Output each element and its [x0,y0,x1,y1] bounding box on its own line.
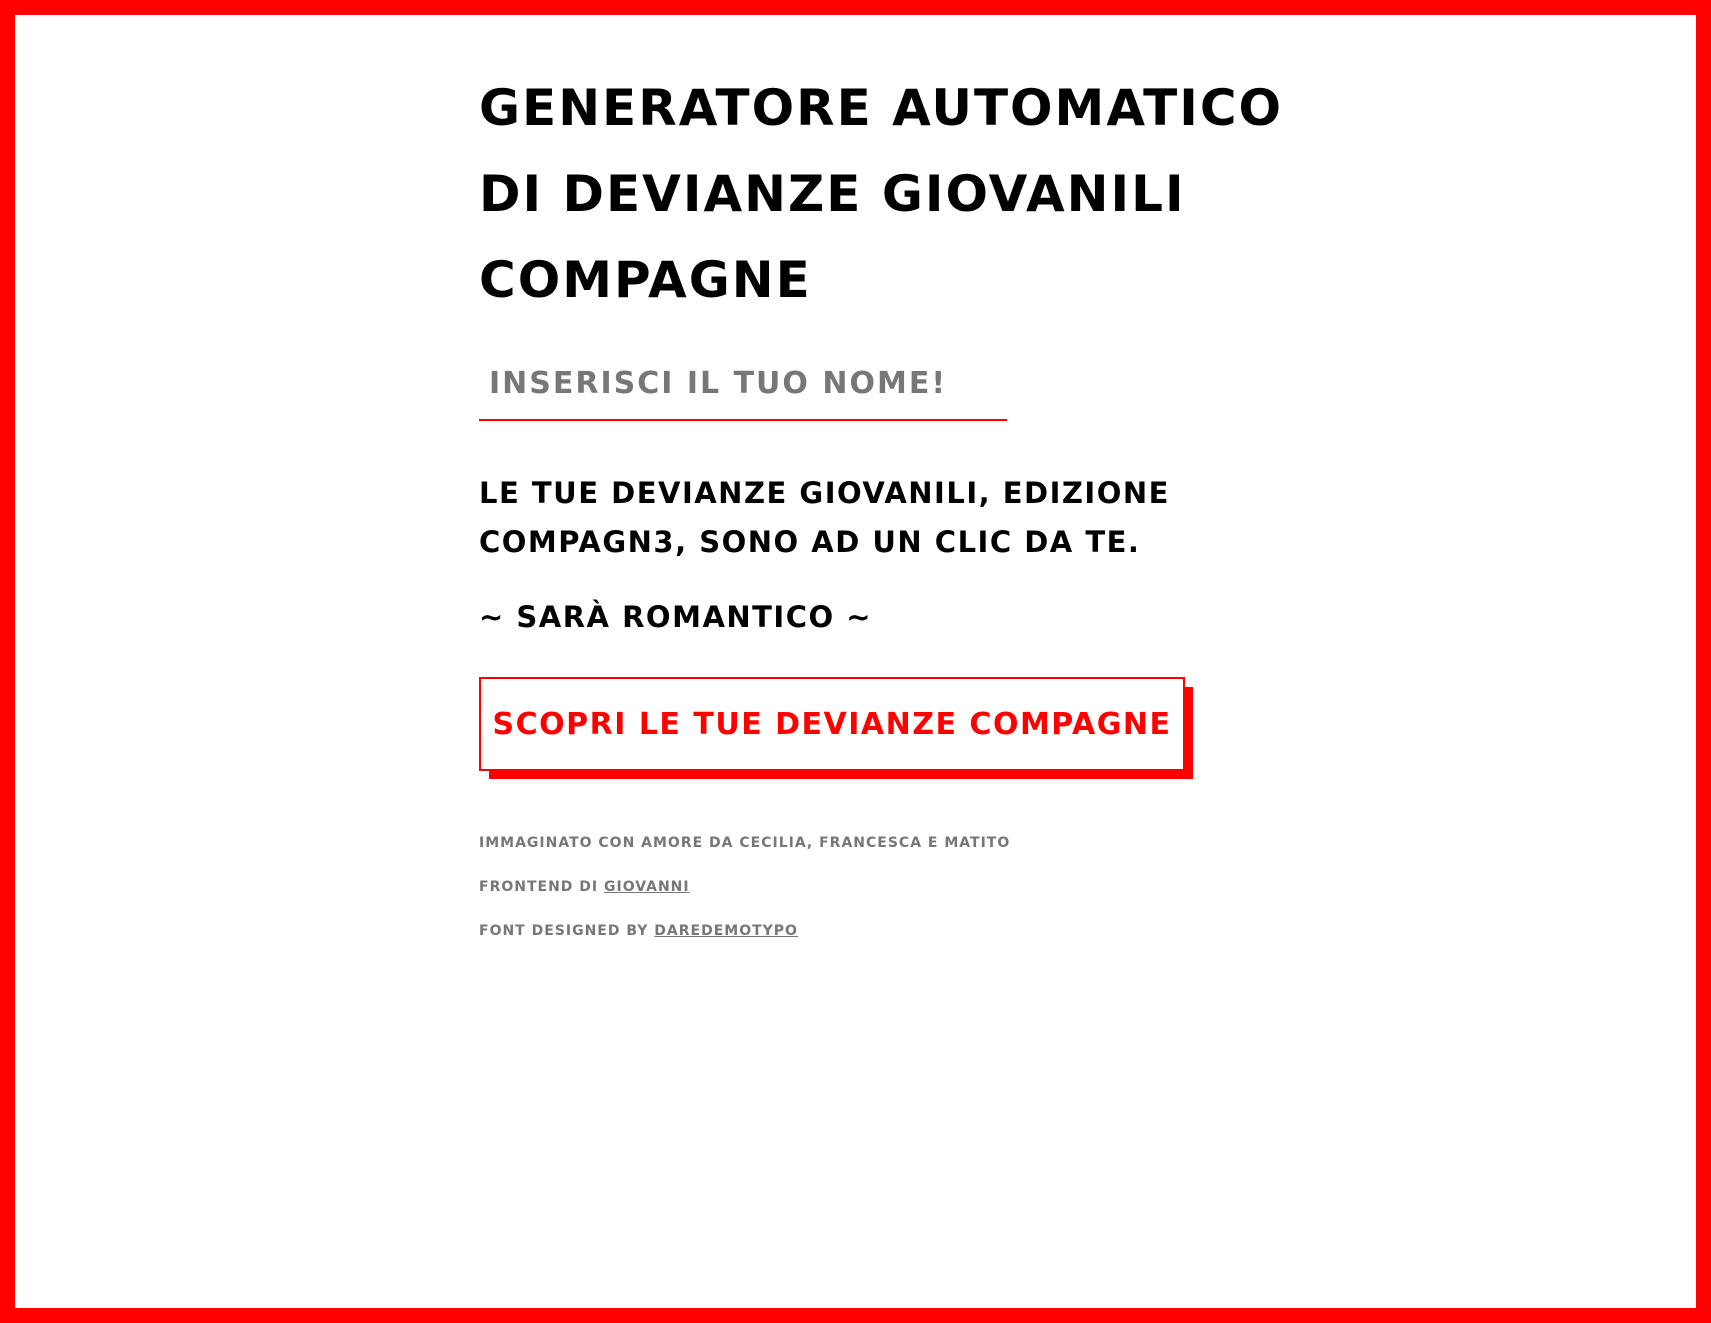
frontend-author-link[interactable]: Giovanni [604,879,690,895]
cta-container: Scopri le tue devianze compagne [479,677,1193,779]
font-credit: Font designed by Daredemotypo [479,923,1279,939]
name-input[interactable] [479,361,1007,421]
credits-label: Immaginato con amore da Cecilia, Frances… [479,835,1011,851]
frontend-credit: Frontend di Giovanni [479,879,1279,895]
tagline-text: Le tue devianze giovanili, edizione comp… [479,476,1170,559]
font-designer-link[interactable]: Daredemotypo [654,923,798,939]
font-prefix: Font designed by [479,923,649,939]
footer: Immaginato con amore da Cecilia, Frances… [479,835,1279,939]
page-title: Generatore automatico di devianze giovan… [479,65,1284,323]
frontend-prefix: Frontend di [479,879,599,895]
romantic-text: ~ Sarà romantico ~ [479,600,873,634]
page-title-line: Generatore automatico [479,79,1284,137]
page-title-line: di devianze giovanili [479,165,1186,223]
credits-text: Immaginato con amore da Cecilia, Frances… [479,835,1279,851]
main-content: Generatore automatico di devianze giovan… [479,65,1284,967]
discover-devianze-button[interactable]: Scopri le tue devianze compagne [479,677,1185,771]
page-title-line: compagne [479,251,812,309]
